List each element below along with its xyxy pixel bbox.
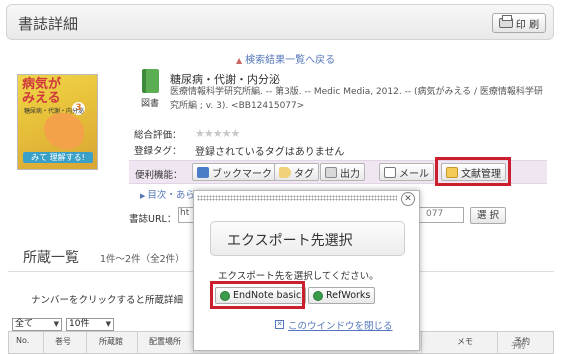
column-divider [421,332,422,354]
tags-label: 登録タグ： [134,146,182,157]
printer-icon [498,15,513,28]
book-icon [141,69,159,93]
bookmark-button[interactable]: ブックマーク [192,163,277,181]
column-divider [497,332,498,354]
print-button-label: 印 刷 [515,19,540,31]
column-header-location: 配置場所 [149,337,181,346]
page-header: 書誌詳細 印 刷 [6,4,554,40]
mail-button[interactable]: メール [379,163,434,181]
reference-manager-highlight [435,157,511,186]
column-header-no: No. [16,336,30,345]
mail-icon [384,166,396,178]
holdings-note: ナンバーをクリックすると所蔵詳細 [31,295,184,306]
filter-select[interactable]: 全て ▼ [12,318,62,331]
dialog-prompt: エクスポート先を選択してください。 [218,271,379,282]
star-icon[interactable]: ★ [204,127,214,140]
bib-url-field-end[interactable]: 077 [420,207,464,223]
cover-footer: みて 理解する! [23,152,93,163]
close-window-icon: ✕ [275,320,284,329]
dialog-title: エクスポート先選択 [210,221,405,256]
bib-url-label: 書誌URL： [129,214,177,225]
rating-label: 総合評価： [134,130,182,141]
star-icon[interactable]: ★ [195,127,205,140]
column-header-volume: 巻号 [55,337,71,346]
chevron-down-icon: ▼ [53,320,59,328]
bookmark-icon [197,166,209,178]
close-window-link[interactable]: このウインドウを閉じる [288,318,393,332]
holdings-count: 1件～2件（全2件） [100,254,185,265]
material-type-label: 図書 [140,99,159,109]
tag-icon [279,166,291,178]
column-divider [43,332,44,354]
star-icon[interactable]: ★ [231,127,241,140]
tags-value: 登録されているタグはありません [195,147,345,158]
print-button[interactable]: 印 刷 [492,13,546,33]
column-header-library: 所蔵館 [99,337,123,346]
rating-stars[interactable]: ★★★★★ [195,127,241,140]
functions-label: 便利機能： [135,170,183,181]
cover-title: 病気が みえる [22,77,62,106]
reserve-sub-header: 予約 [511,342,525,350]
dialog-drag-handle[interactable] [197,195,397,201]
page-title: 書誌詳細 [18,15,79,33]
column-divider [86,332,87,354]
right-triangle-icon: ▶ [140,192,146,200]
output-button[interactable]: 出力 [320,163,365,181]
per-page-select-value: 10件 [69,319,90,329]
back-to-results-link[interactable]: ▲ 検索結果一覧へ戻る [236,51,335,66]
tag-button[interactable]: タグ [274,163,319,181]
endnote-highlight [210,281,305,309]
book-description: 医療情報科学研究所編. -- 第3版. -- Medic Media, 2012… [170,87,543,111]
column-divider [137,332,138,354]
export-dialog: ✕ エクスポート先選択 エクスポート先を選択してください。 EndNote ba… [193,190,420,351]
url-select-button[interactable]: 選 択 [470,207,506,224]
up-triangle-icon: ▲ [236,56,243,65]
column-header-memo: メモ [457,337,473,346]
close-icon[interactable]: ✕ [401,192,415,206]
chevron-down-icon: ▼ [105,320,111,328]
back-link-label: 検索結果一覧へ戻る [245,55,336,66]
holdings-title: 所蔵一覧 [23,250,79,266]
cover-illustration [44,113,84,149]
book-cover-image: 病気が みえる 3 糖尿病・代謝・内分泌 みて 理解する! [17,74,98,170]
refworks-button[interactable]: RefWorks [308,287,376,304]
star-icon[interactable]: ★ [222,127,232,140]
star-icon[interactable]: ★ [213,127,223,140]
per-page-select[interactable]: 10件 ▼ [66,318,114,331]
material-type: 図書 [137,69,163,109]
filter-select-value: 全て [15,319,34,329]
refworks-icon [313,290,323,301]
output-icon [325,166,337,178]
